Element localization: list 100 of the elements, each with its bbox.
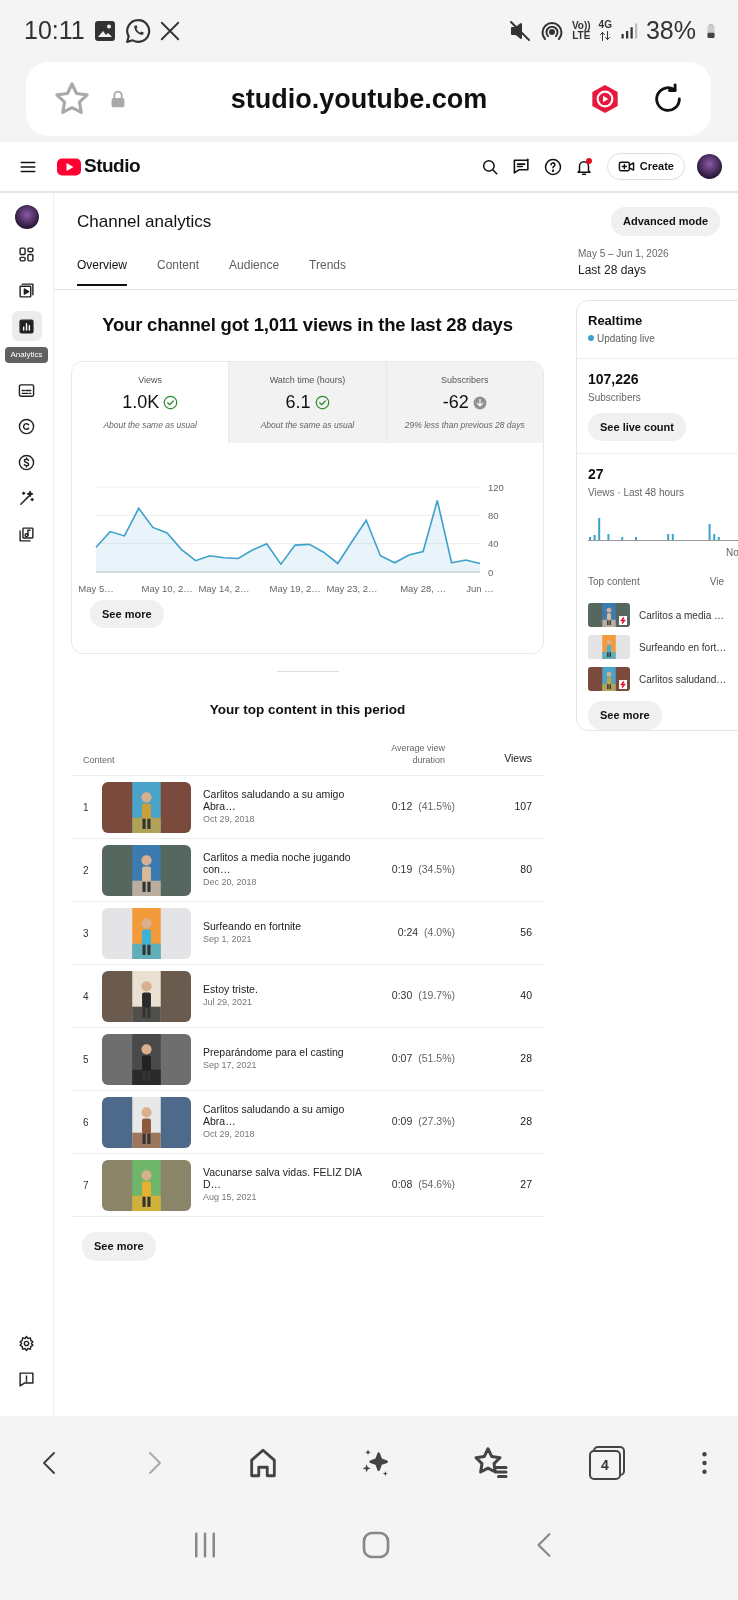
dashboard-icon — [18, 245, 35, 263]
headline: Your channel got 1,011 views in the last 28 days — [101, 313, 514, 337]
metric-label: Views — [137, 373, 164, 387]
hotspot-icon — [539, 19, 564, 43]
chat-bubble-icon — [124, 18, 151, 44]
metric-label: Views · Last 48 hours — [588, 486, 685, 500]
video-title[interactable]: Estoy triste. — [203, 982, 373, 996]
duration: 0:24 — [397, 926, 419, 939]
tab[interactable]: Audience — [229, 255, 280, 286]
axis-label: May 28, … — [400, 582, 447, 594]
metric-note: About the same as usual — [259, 419, 356, 432]
duration: 0:30 — [391, 989, 413, 1002]
see-more-button[interactable]: See more — [82, 1232, 156, 1261]
duration: 0:12 — [391, 800, 413, 813]
sidebar-tooltip: Analytics — [5, 347, 48, 363]
system-home-button[interactable] — [360, 1529, 392, 1561]
view-count: 40 — [520, 989, 532, 1002]
video-date: Sep 17, 2021 — [203, 1058, 258, 1072]
axis-label: May 19, 2… — [269, 582, 321, 594]
rank-number: 7 — [83, 1178, 90, 1193]
view-count: 28 — [520, 1115, 532, 1128]
video-title[interactable]: Surfeando en fortnite — [203, 919, 373, 933]
video-date: Oct 29, 2018 — [203, 1127, 256, 1141]
feedback-icon[interactable] — [18, 1370, 35, 1388]
metric-tab[interactable]: Subscribers -62 29% less than previous 28 days — [385, 361, 543, 443]
video-title[interactable]: Carlitos saludand… — [639, 671, 727, 687]
gallery-icon — [92, 19, 117, 43]
help-icon[interactable] — [543, 157, 562, 176]
settings-icon[interactable] — [18, 1334, 35, 1352]
column-header: Content — [83, 753, 116, 767]
rank-number: 4 — [83, 989, 90, 1004]
video-title[interactable]: Surfeando en fort… — [639, 639, 727, 655]
video-title[interactable]: Vacunarse salva vidas. FELIZ DIA D… — [203, 1165, 373, 1191]
see-more-button[interactable]: See more — [90, 599, 164, 629]
live-status: Updating live — [597, 331, 655, 346]
axis-label: 0 — [488, 566, 494, 578]
duration-percent: (27.3%) — [418, 1115, 455, 1128]
duration-percent: (19.7%) — [418, 989, 455, 1002]
tab[interactable]: Content — [157, 255, 200, 286]
address-bar[interactable]: studio.youtube.com — [26, 62, 711, 136]
sidebar-item[interactable] — [11, 311, 42, 341]
duration-percent: (34.5%) — [418, 863, 455, 876]
rank-number: 1 — [83, 800, 90, 815]
metric-label: Watch time (hours) — [268, 373, 347, 387]
column-header: Views — [504, 752, 532, 765]
network-label: Vo)) LTE — [571, 21, 591, 41]
video-date: Jul 29, 2021 — [203, 995, 254, 1009]
video-date: Oct 29, 2018 — [203, 812, 256, 826]
axis-label: 40 — [488, 537, 499, 549]
rank-number: 2 — [83, 863, 90, 878]
video-title[interactable]: Carlitos a media noche jugando con… — [203, 850, 373, 876]
axis-label: 120 — [488, 481, 504, 493]
view-count: 56 — [520, 926, 532, 939]
play-hexagon-icon[interactable] — [589, 83, 621, 115]
axis-label: Jun … — [466, 582, 494, 594]
channel-avatar[interactable] — [14, 205, 39, 229]
network-label: 4G — [598, 20, 612, 30]
period-label[interactable]: Last 28 days — [578, 260, 738, 279]
axis-label: No — [726, 546, 738, 560]
column-header: Vie — [709, 575, 724, 589]
metric-note: About the same as usual — [102, 419, 198, 432]
subscriber-count: 107,226 — [588, 369, 640, 389]
duration: 0:08 — [391, 1178, 413, 1191]
tab[interactable]: Trends — [309, 255, 346, 286]
duration-percent: (41.5%) — [418, 800, 455, 813]
data-arrows-icon — [599, 30, 612, 42]
rank-number: 5 — [83, 1052, 90, 1067]
duration-percent: (51.5%) — [418, 1052, 455, 1065]
video-date: Dec 20, 2018 — [203, 875, 258, 889]
duration: 0:07 — [391, 1052, 413, 1065]
card-title: Realtime — [588, 312, 644, 330]
avatar[interactable] — [697, 154, 722, 179]
view-count: 27 — [588, 465, 605, 484]
music-library-icon — [18, 525, 35, 543]
bookmarks-button[interactable] — [472, 1445, 509, 1481]
video-title[interactable]: Carlitos saludando a su amigo Abra… — [203, 787, 373, 813]
metric-tab[interactable]: Watch time (hours) 6.1 About the same as usual — [228, 361, 386, 443]
rank-number: 3 — [83, 926, 90, 941]
metric-label: Subscribers — [440, 373, 490, 387]
advanced-mode-button[interactable]: Advanced mode — [611, 207, 720, 236]
tab[interactable]: Overview — [77, 255, 127, 286]
url-text: studio.youtube.com — [230, 82, 488, 116]
battery-percent: 38% — [645, 15, 696, 47]
column-header: Top content — [588, 575, 640, 589]
axis-label: May 10, 2… — [141, 582, 193, 594]
video-date: Aug 15, 2021 — [203, 1190, 258, 1204]
video-title[interactable]: Carlitos saludando a su amigo Abra… — [203, 1102, 373, 1128]
axis-label: May 5… — [78, 582, 114, 594]
search-icon[interactable] — [480, 157, 499, 176]
more-button[interactable] — [700, 1451, 708, 1475]
rank-number: 6 — [83, 1115, 90, 1130]
see-more-button[interactable]: See more — [588, 701, 662, 730]
video-title[interactable]: Preparándome para el casting — [203, 1045, 373, 1059]
video-title[interactable]: Carlitos a media … — [639, 607, 725, 623]
duration: 0:09 — [391, 1115, 413, 1128]
comment-sparkle-icon[interactable] — [511, 157, 531, 176]
create-button[interactable]: Create — [606, 153, 685, 180]
copyright-icon — [18, 417, 35, 435]
live-count-button[interactable]: See live count — [588, 412, 686, 441]
magic-wand-icon — [18, 489, 35, 507]
